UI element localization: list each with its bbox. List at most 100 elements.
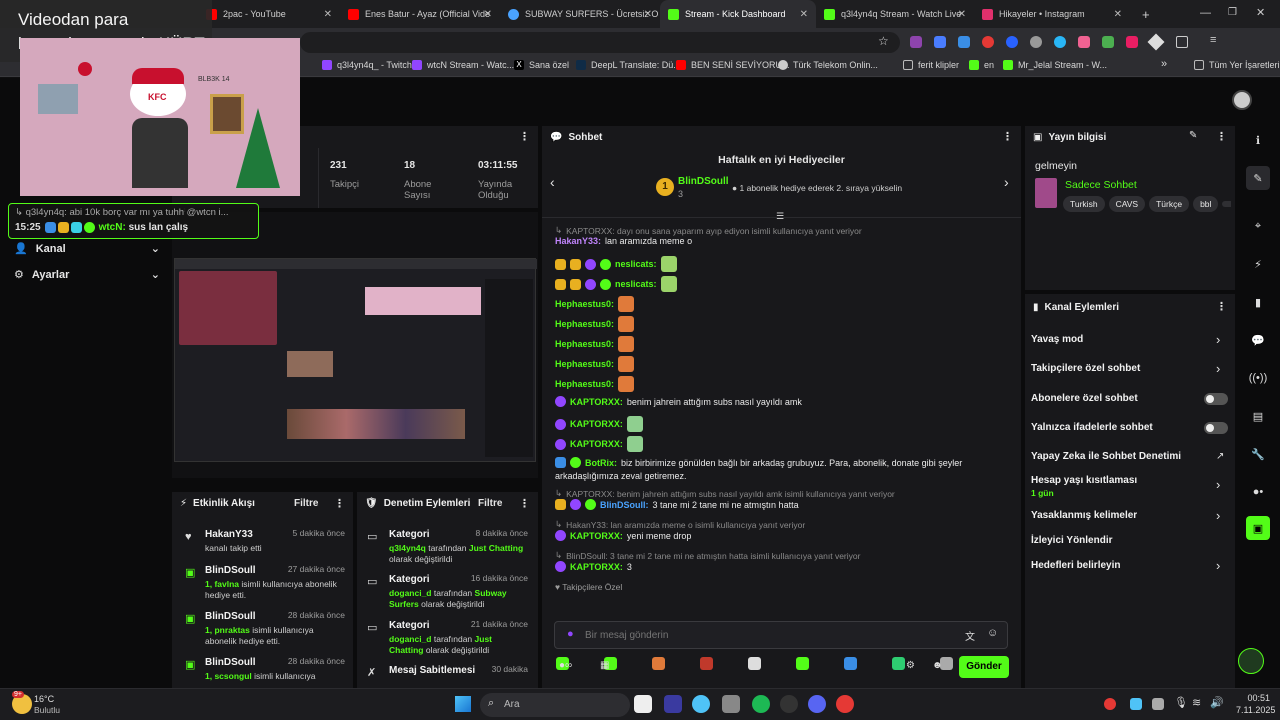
activity-item[interactable]: ♥ HakanY33 5 dakika önce kanalı takip etti bbox=[185, 528, 345, 554]
emote-icon[interactable] bbox=[700, 657, 713, 670]
activity-item[interactable]: ▣ BlinDSoull 28 dakika önce 1, scsongul isi… bbox=[185, 656, 345, 682]
chat-username[interactable]: KAPTORXX: bbox=[570, 419, 623, 429]
chat-username[interactable]: Hephaestus0: bbox=[555, 299, 614, 309]
store-icon[interactable]: ▦ bbox=[600, 660, 609, 671]
avatar[interactable] bbox=[1232, 90, 1252, 110]
chat-username[interactable]: Hephaestus0: bbox=[555, 339, 614, 349]
tab-instagram[interactable]: Hikayeler • Instagram ✕ bbox=[974, 0, 1130, 28]
extension-icon[interactable] bbox=[982, 36, 994, 48]
edit-icon[interactable]: ✎ bbox=[1246, 166, 1270, 190]
extension-icon[interactable] bbox=[1078, 36, 1090, 48]
volume-icon[interactable]: 🔊 bbox=[1210, 696, 1224, 709]
channel-action-item[interactable]: Yasaklanmış kelimeler bbox=[1031, 510, 1137, 521]
emote-icon[interactable] bbox=[652, 657, 665, 670]
wrench-icon[interactable]: 🔧 bbox=[1246, 442, 1270, 466]
tag[interactable]: CAVS bbox=[1108, 196, 1146, 212]
emote-icon[interactable] bbox=[618, 376, 635, 392]
moderation-item[interactable]: ✗ Mesaj Sabitlemesi 30 dakika bbox=[367, 664, 528, 679]
spotify-icon[interactable] bbox=[752, 695, 770, 713]
all-bookmarks-folder[interactable]: Tüm Yer İşaretleri bbox=[1194, 60, 1280, 70]
chevron-right-icon[interactable]: › bbox=[1216, 477, 1220, 492]
chevron-right-icon[interactable]: › bbox=[1216, 332, 1220, 347]
add-panel-icon[interactable]: ▣ bbox=[1246, 516, 1270, 540]
tab-youtube[interactable]: 2pac - YouTube ✕ bbox=[198, 0, 340, 28]
top-gifter-name[interactable]: BlinDSoull bbox=[678, 176, 729, 187]
broadcast-icon[interactable]: ((•)) bbox=[1246, 366, 1270, 390]
task-view-icon[interactable] bbox=[634, 695, 652, 713]
chat-reply-context[interactable]: ↳ KAPTORXX: dayı onu sana yaparım ayıp ed… bbox=[555, 225, 862, 236]
more-icon[interactable]: ⋮ bbox=[1216, 130, 1227, 143]
close-icon[interactable]: ✕ bbox=[800, 9, 808, 20]
panel-icon[interactable]: ▮ bbox=[1246, 290, 1270, 314]
extension-icon[interactable] bbox=[934, 36, 946, 48]
chat-username[interactable]: KAPTORXX: bbox=[570, 531, 623, 541]
channel-action-item[interactable]: Hedefleri belirleyin bbox=[1031, 560, 1120, 571]
moderation-filter-button[interactable]: Filtre bbox=[478, 498, 502, 509]
moderation-target[interactable]: Just Chatting bbox=[469, 543, 523, 553]
gear-icon[interactable]: ⚙ bbox=[906, 660, 915, 671]
chat-reply-context[interactable]: ↳ HakanY33: lan aramızda meme o isimli ku… bbox=[555, 519, 805, 530]
close-icon[interactable]: ✕ bbox=[324, 9, 332, 20]
new-tab-button[interactable]: + bbox=[1134, 0, 1154, 28]
chevron-left-icon[interactable]: ‹ bbox=[550, 174, 555, 190]
lightning-icon[interactable]: ⚡ bbox=[1246, 252, 1270, 276]
chevron-right-icon[interactable]: › bbox=[1216, 508, 1220, 523]
discord-icon[interactable] bbox=[808, 695, 826, 713]
chat-username[interactable]: HakanY33: bbox=[555, 236, 601, 246]
emote-menu-icon[interactable]: ☻ bbox=[932, 660, 943, 671]
points-icon[interactable]: ●∞ bbox=[559, 660, 572, 671]
tray-icon[interactable] bbox=[1152, 698, 1164, 710]
star-icon[interactable]: ☆ bbox=[878, 34, 889, 48]
tag[interactable]: Turkish bbox=[1063, 196, 1105, 212]
edit-icon[interactable]: ✎ bbox=[1189, 130, 1197, 141]
bookmark-twitch-wtcn[interactable]: wtcN Stream - Watc... bbox=[412, 60, 514, 70]
bookmark-deepl[interactable]: DeepL Translate: Dü... bbox=[576, 60, 681, 70]
premiere-icon[interactable] bbox=[664, 695, 682, 713]
layers-icon[interactable]: ▤ bbox=[1246, 404, 1270, 428]
chat-username[interactable]: KAPTORXX: bbox=[570, 562, 623, 572]
stream-preview[interactable] bbox=[172, 212, 538, 478]
window-close-button[interactable]: ✕ bbox=[1256, 6, 1265, 19]
wifi-icon[interactable]: ≋ bbox=[1192, 696, 1201, 709]
emote-icon[interactable] bbox=[626, 416, 643, 432]
apps-icon[interactable]: ●• bbox=[1246, 480, 1270, 504]
category-name[interactable]: Sadece Sohbet bbox=[1065, 179, 1137, 191]
chevron-right-icon[interactable]: › bbox=[1004, 174, 1009, 190]
chat-username[interactable]: neslicats: bbox=[615, 279, 657, 289]
emote-icon[interactable] bbox=[748, 657, 761, 670]
extension-icon[interactable] bbox=[1030, 36, 1042, 48]
channel-action-item[interactable]: Yalnızca ifadelerle sohbet bbox=[1031, 422, 1153, 433]
chevron-right-icon[interactable]: › bbox=[1216, 361, 1220, 376]
activity-item[interactable]: ▣ BlinDSoull 27 dakika önce 1, favlna isiml… bbox=[185, 564, 345, 601]
bookmark-folder-ferit[interactable]: ferit klipler bbox=[903, 60, 959, 70]
moderation-actor[interactable]: doganci_d bbox=[389, 588, 432, 598]
close-icon[interactable]: ✕ bbox=[958, 9, 966, 20]
pin-toggle-icon[interactable]: ☰ bbox=[776, 211, 784, 222]
channel-action-item[interactable]: Yapay Zeka ile Sohbet Denetimi bbox=[1031, 451, 1181, 462]
toggle-switch[interactable] bbox=[1204, 393, 1228, 405]
emote-icon[interactable] bbox=[660, 276, 677, 292]
emote-icon[interactable] bbox=[626, 436, 643, 452]
emote-icon[interactable] bbox=[796, 657, 809, 670]
extension-icon[interactable] bbox=[958, 36, 970, 48]
restore-button[interactable]: ❐ bbox=[1228, 7, 1237, 18]
chrome-icon[interactable] bbox=[836, 695, 854, 713]
chat-input[interactable] bbox=[585, 627, 925, 643]
chat-reply-context[interactable]: ↳ BlinDSoull: 3 tane mi 2 tane mi ne atmı… bbox=[555, 550, 860, 561]
activity-filter-button[interactable]: Filtre bbox=[294, 498, 318, 509]
focus-icon[interactable]: ⌖ bbox=[1246, 214, 1270, 238]
explorer-icon[interactable] bbox=[722, 695, 740, 713]
activity-item[interactable]: ▣ BlinDSoull 28 dakika önce 1, pnraktas isi… bbox=[185, 610, 345, 647]
tag[interactable]: Türkçe bbox=[1149, 196, 1190, 212]
tag[interactable]: bbl bbox=[1193, 196, 1219, 212]
external-link-icon[interactable]: ↗ bbox=[1216, 451, 1224, 462]
emote-icon[interactable] bbox=[618, 296, 635, 312]
puzzle-icon[interactable] bbox=[1176, 36, 1188, 48]
moderation-item[interactable]: ▭ Kategori 21 dakika önce doganci_d tarafın… bbox=[367, 619, 528, 656]
emote-icon[interactable] bbox=[844, 657, 857, 670]
channel-action-item[interactable]: Yavaş mod bbox=[1031, 334, 1083, 345]
bookmark-youtube[interactable]: BEN SENİ SEVİYORU... bbox=[676, 60, 790, 70]
extension-icon[interactable] bbox=[1147, 33, 1165, 51]
extension-icon[interactable] bbox=[1006, 36, 1018, 48]
tab-enes-batur[interactable]: Enes Batur - Ayaz (Official Vide ✕ bbox=[340, 0, 500, 28]
